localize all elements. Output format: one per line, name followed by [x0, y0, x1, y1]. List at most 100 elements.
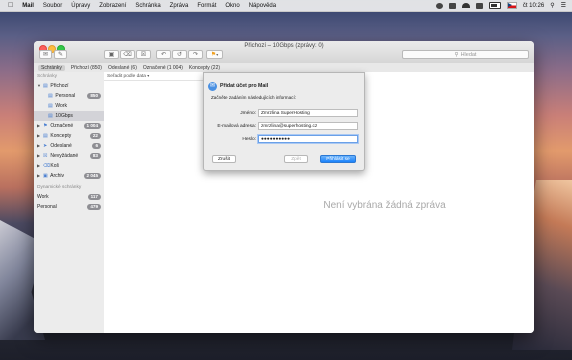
- sidebar-item-smart-work[interactable]: Work 117: [34, 192, 104, 202]
- sign-in-button[interactable]: Přihlásit se: [320, 155, 356, 163]
- sidebar-item-label: Work: [55, 103, 67, 109]
- reply-icon: ↶: [160, 52, 167, 58]
- reply-button[interactable]: ↶: [156, 50, 171, 59]
- apple-menu-icon[interactable]: : [8, 2, 13, 9]
- favorites-flagged[interactable]: Označené (1 004): [143, 65, 183, 71]
- sidebar-item-label: 10Gbps: [55, 113, 73, 119]
- wifi-icon[interactable]: [461, 3, 470, 8]
- volume-icon[interactable]: [475, 2, 483, 9]
- forward-button[interactable]: ↷: [188, 50, 203, 59]
- drafts-icon: ▤: [43, 133, 48, 139]
- title-bar: Přichozí – 10Gbps (zprávy: 0) ✉ ✎ ▣ ⌫ ☒ …: [34, 41, 534, 63]
- sidebar-item-trash[interactable]: ▶ ⌫ Koš: [34, 161, 104, 171]
- time-machine-icon[interactable]: [435, 2, 443, 9]
- sidebar-item-label: Nevyžádané: [50, 153, 79, 159]
- compose-button[interactable]: ✎: [54, 50, 67, 59]
- inbox-icon: ▤: [48, 93, 53, 99]
- email-field[interactable]: zmrzlina@superhosting.cz: [258, 122, 358, 130]
- unread-badge: 83: [89, 153, 101, 159]
- sidebar-item-label: Označené: [50, 123, 74, 129]
- reply-all-button[interactable]: ↺: [172, 50, 187, 59]
- mail-app-icon: ✉: [208, 82, 217, 91]
- favorites-sent[interactable]: Odeslané (6): [108, 65, 137, 71]
- menu-zprava[interactable]: Zpráva: [170, 3, 189, 9]
- archive-button[interactable]: ▣: [104, 50, 119, 59]
- sidebar-item-personal[interactable]: ▤ Personal 850: [34, 91, 104, 101]
- favorites-drafts[interactable]: Koncepty (22): [189, 65, 220, 71]
- sidebar-item-label: Work: [37, 194, 49, 200]
- trash-icon: ⌫: [123, 52, 132, 58]
- get-mail-button[interactable]: ✉: [39, 50, 52, 59]
- back-button[interactable]: Zpět: [284, 155, 308, 163]
- notification-center-icon[interactable]: ☰: [561, 2, 566, 9]
- sort-label: Seřadit podle data: [107, 74, 146, 79]
- unread-badge: 22: [89, 133, 101, 139]
- search-field[interactable]: ⚲ Hledat: [402, 50, 529, 59]
- menu-zobrazeni[interactable]: Zobrazení: [99, 3, 126, 9]
- spotlight-icon[interactable]: ⚲: [550, 2, 554, 9]
- sidebar-item-10gbps[interactable]: ▤ 10Gbps: [34, 111, 104, 121]
- battery-icon[interactable]: [488, 2, 501, 9]
- sidebar-item-label: Archiv: [50, 173, 65, 179]
- menu-mail[interactable]: Mail: [22, 3, 34, 9]
- compose-icon: ✎: [57, 52, 64, 58]
- status-area: čt 10:26 ⚲ ☰: [435, 0, 566, 11]
- password-label: Heslo:: [242, 137, 256, 142]
- inbox-icon: ▤: [48, 103, 53, 109]
- junk-button[interactable]: ☒: [136, 50, 151, 59]
- input-source-flag-icon[interactable]: [506, 2, 517, 9]
- menu-soubor[interactable]: Soubor: [43, 3, 62, 9]
- sidebar-item-work[interactable]: ▤ Work: [34, 101, 104, 111]
- sidebar-item-label: Přichozí: [50, 83, 69, 89]
- flag-button[interactable]: ⚑ ▾: [206, 50, 223, 59]
- dialog-subtitle: Začněte zadáním následujících informací:: [211, 95, 297, 100]
- sent-icon: ➤: [43, 143, 48, 149]
- menu-clock[interactable]: čt 10:26: [523, 3, 544, 9]
- unread-badge: 850: [87, 93, 101, 99]
- cancel-button[interactable]: Zrušit: [212, 155, 236, 163]
- menu-okno[interactable]: Okno: [225, 3, 239, 9]
- favorites-mailboxes[interactable]: Schránky: [38, 64, 65, 71]
- add-account-dialog: ✉ Přidat účet pro Mail Začněte zadáním n…: [203, 72, 365, 171]
- menu-format[interactable]: Formát: [197, 3, 216, 9]
- sidebar-item-drafts[interactable]: ▶ ▤ Koncepty 22: [34, 131, 104, 141]
- inbox-icon: ▤: [43, 83, 48, 89]
- delete-button[interactable]: ⌫: [120, 50, 135, 59]
- unread-badge: 2 045: [83, 173, 101, 179]
- sidebar-header: Schránky: [37, 74, 57, 79]
- envelope-icon: ✉: [42, 52, 49, 58]
- name-field[interactable]: Zmrzlina SuperHosting: [258, 109, 358, 117]
- menu-napoveda[interactable]: Nápověda: [249, 3, 276, 9]
- menu-upravy[interactable]: Úpravy: [71, 3, 90, 9]
- trash-icon: ⌫: [43, 163, 51, 169]
- window-title: Přichozí – 10Gbps (zprávy: 0): [244, 43, 324, 49]
- sidebar-item-archive[interactable]: ▶ ▣ Archiv 2 045: [34, 171, 104, 181]
- search-icon: ⚲: [454, 51, 459, 58]
- smart-mailboxes-header: Dynamické schránky: [37, 185, 82, 190]
- sidebar-item-sent[interactable]: ▶ ➤ Odeslané 6: [34, 141, 104, 151]
- sidebar-item-label: Odeslané: [50, 143, 72, 149]
- forward-icon: ↷: [192, 52, 199, 58]
- junk-icon: ☒: [140, 52, 147, 58]
- sidebar-item-inbox[interactable]: ▼ ▤ Přichozí: [34, 81, 104, 91]
- bluetooth-icon[interactable]: [448, 2, 456, 9]
- sidebar-item-flagged[interactable]: ▶ ⚑ Označené 1 004: [34, 121, 104, 131]
- sidebar-item-label: Koncepty: [50, 133, 72, 139]
- sidebar: Schránky ▼ ▤ Přichozí ▤ Personal 850 ▤ Wo…: [34, 72, 105, 333]
- password-field[interactable]: ●●●●●●●●●●: [258, 135, 358, 143]
- no-message-selected-text: Není vybrána žádná zpráva: [323, 200, 446, 211]
- junk-icon: ☒: [43, 153, 48, 159]
- menu-bar:  Mail Soubor Úpravy Zobrazení Schránka …: [0, 0, 572, 12]
- unread-badge: 117: [87, 194, 101, 200]
- email-label: E-mailová adresa:: [217, 124, 256, 129]
- favorites-inbox[interactable]: Přichozí (850): [71, 65, 102, 71]
- chevron-down-icon: ▾: [216, 52, 219, 57]
- archive-icon: ▣: [43, 173, 48, 179]
- sidebar-item-junk[interactable]: ▶ ☒ Nevyžádané 83: [34, 151, 104, 161]
- menu-schranka[interactable]: Schránka: [135, 3, 160, 9]
- sidebar-item-smart-personal[interactable]: Personal 479: [34, 202, 104, 212]
- unread-badge: 6: [92, 143, 101, 149]
- inbox-icon: ▤: [48, 113, 53, 119]
- reply-all-icon: ↺: [176, 52, 183, 58]
- dialog-title: Přidat účet pro Mail: [220, 83, 269, 89]
